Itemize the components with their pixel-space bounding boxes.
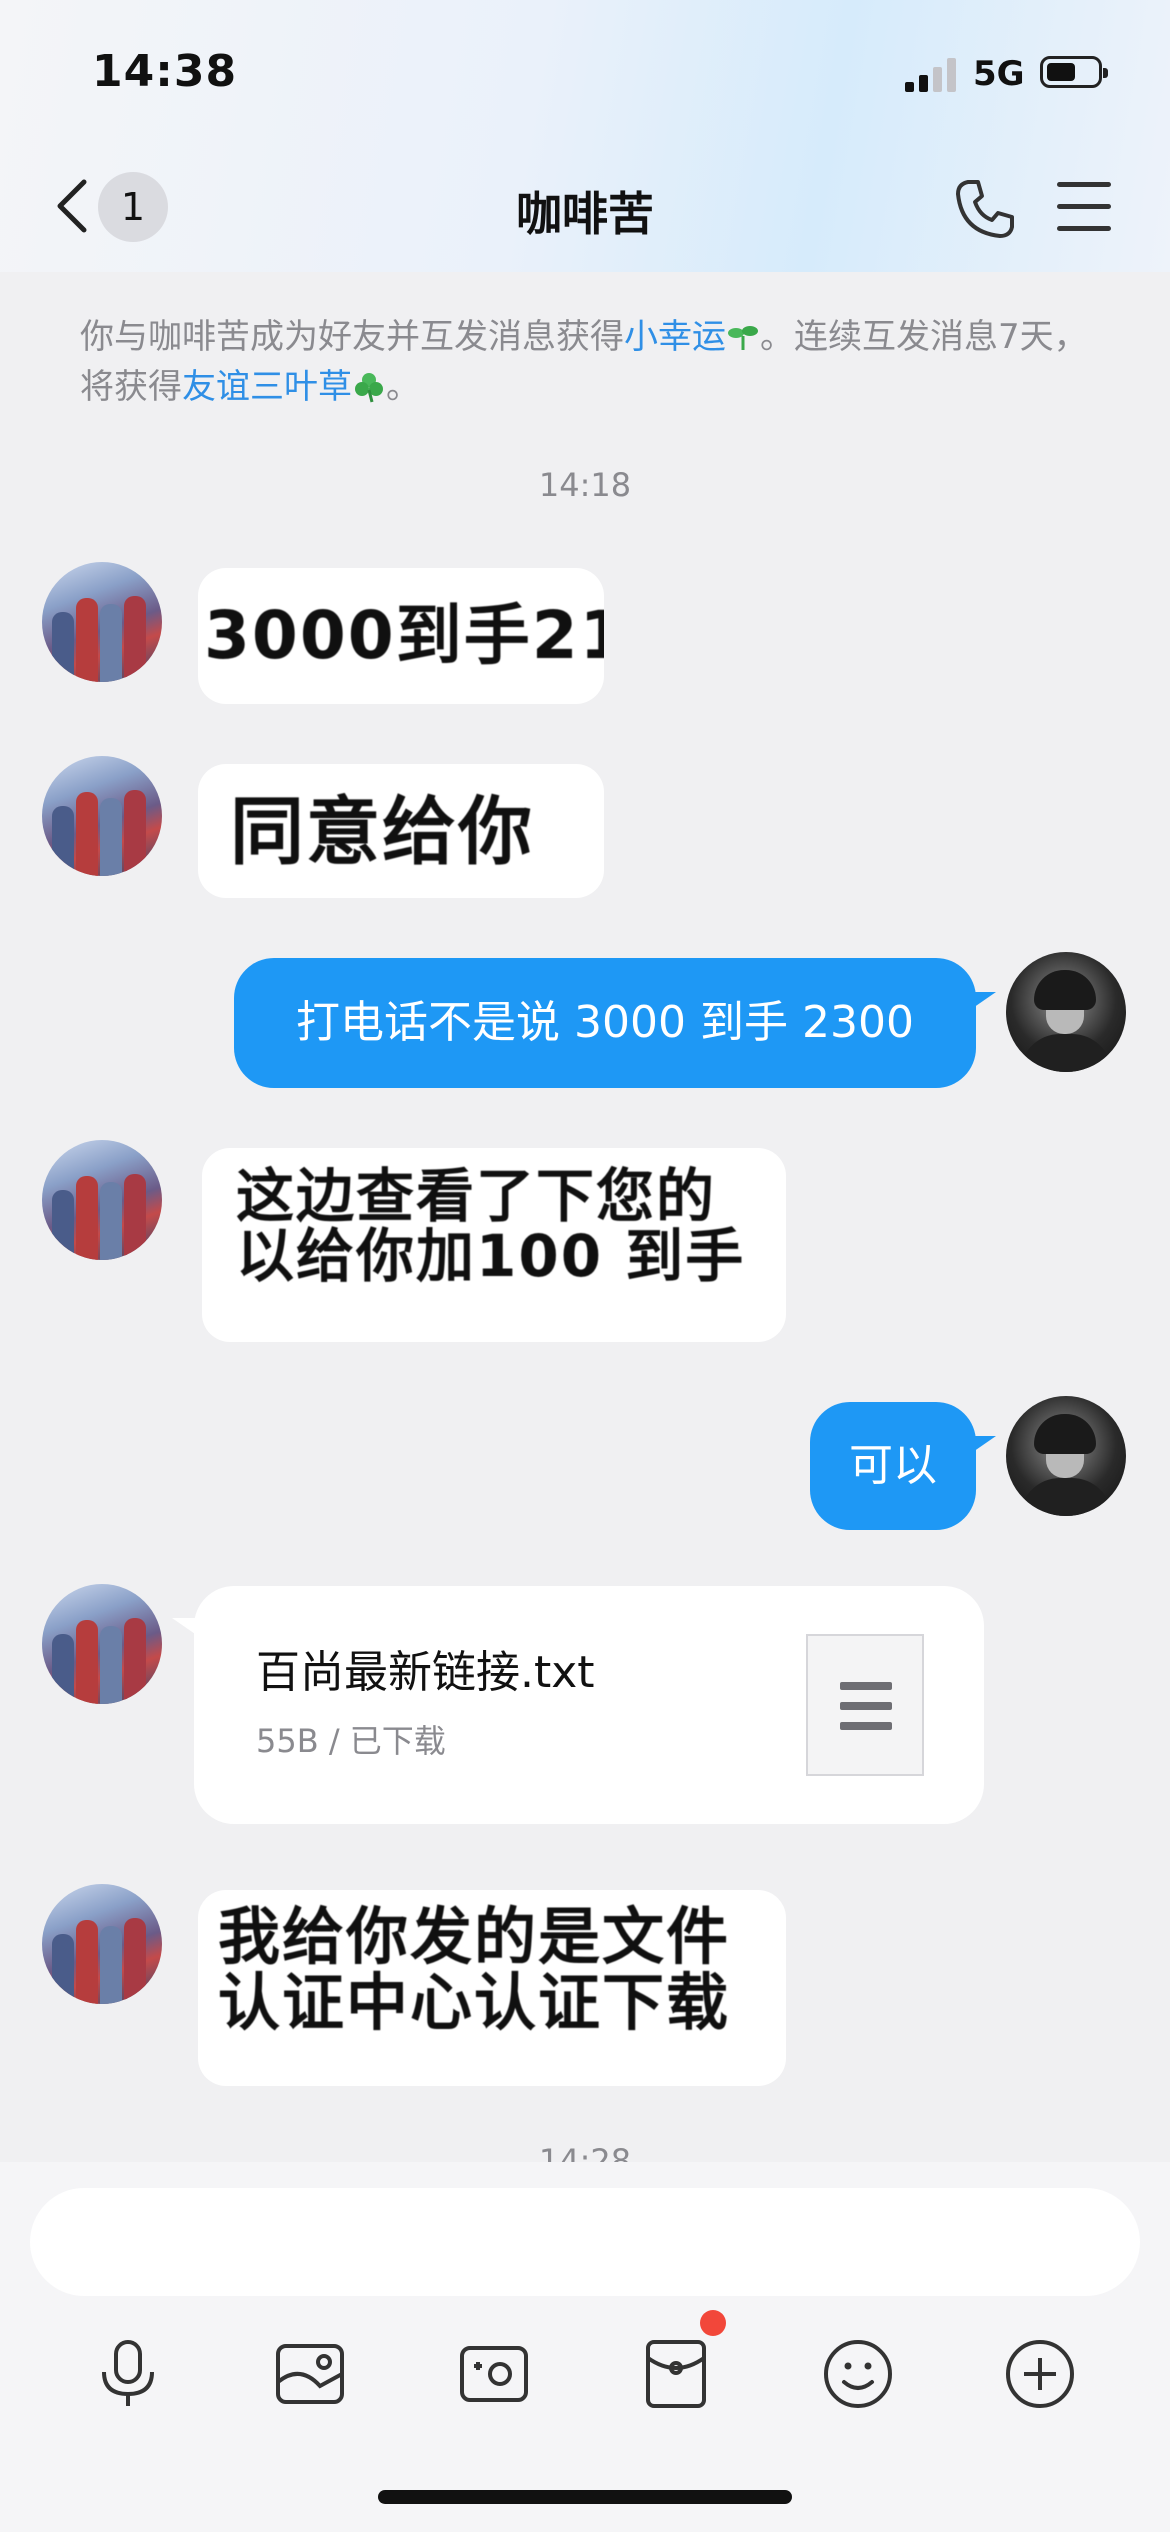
chat-header: 14:38 5G 1 咖啡苦 [0,0,1170,272]
network-label: 5G [973,54,1025,94]
contact-avatar[interactable] [42,1140,162,1260]
my-avatar[interactable] [1006,952,1126,1072]
bubble-tail [970,1436,996,1454]
image-message[interactable]: 同意给你 [198,764,604,898]
battery-icon [1040,56,1108,88]
composer-bar [0,2162,1170,2532]
clover-icon [355,373,383,403]
phone-icon [956,180,1014,238]
contact-avatar[interactable] [42,562,162,682]
sprout-icon [728,326,758,350]
microphone-icon[interactable] [88,2334,168,2414]
image-text-line: 我给你发的是文件 [218,1900,731,1973]
notice-text: 你与咖啡苦成为好友并互发消息获得 [80,317,624,357]
contact-avatar[interactable] [42,1884,162,2004]
back-button[interactable] [52,170,100,242]
timestamp: 14:18 [538,466,632,504]
notice-text-3: 。 [386,367,420,407]
sent-text-message[interactable]: 可以 [810,1402,976,1530]
emoji-icon[interactable] [818,2334,898,2414]
image-text-line: 3000到手21 [204,597,604,674]
unread-count-badge[interactable]: 1 [98,172,168,242]
red-packet-icon[interactable] [636,2334,716,2414]
clover-link[interactable]: 友谊三叶草 [182,367,352,407]
camera-icon[interactable] [454,2334,534,2414]
message-input[interactable] [30,2188,1140,2296]
sent-text-message[interactable]: 打电话不是说 3000 到手 2300 [234,958,976,1088]
image-text-line: 这边查看了下您的 [236,1162,717,1230]
home-indicator [378,2490,792,2504]
image-text-line: 以给你加100 到手 [236,1222,746,1290]
image-message[interactable]: 3000到手21 [198,568,604,704]
image-message[interactable]: 我给你发的是文件 认证中心认证下载 [198,1890,786,2086]
file-name: 百尚最新链接.txt [256,1647,595,1698]
image-text-line: 认证中心认证下载 [218,1966,731,2039]
image-icon[interactable] [270,2334,350,2414]
text-file-icon [806,1634,924,1776]
chat-title: 咖啡苦 [516,187,654,241]
chevron-left-icon [57,179,87,233]
contact-avatar[interactable] [42,1584,162,1704]
voice-call-button[interactable] [950,174,1020,244]
my-avatar[interactable] [1006,1396,1126,1516]
contact-avatar[interactable] [42,756,162,876]
file-message[interactable]: 百尚最新链接.txt 55B / 已下载 [194,1586,984,1824]
image-text-line: 同意给你 [230,789,534,875]
friendship-notice: 你与咖啡苦成为好友并互发消息获得小幸运 。连续互发消息7天，将获得友谊三叶草。 [80,312,1090,412]
bubble-tail [970,992,996,1010]
plus-icon[interactable] [1000,2334,1080,2414]
signal-icon [905,56,961,92]
lucky-link[interactable]: 小幸运 [624,317,726,357]
file-meta: 55B / 已下载 [256,1722,446,1760]
image-message[interactable]: 这边查看了下您的 以给你加100 到手 [202,1148,786,1342]
status-time: 14:38 [92,46,238,97]
menu-button[interactable] [1055,180,1115,234]
notification-dot [700,2310,726,2336]
